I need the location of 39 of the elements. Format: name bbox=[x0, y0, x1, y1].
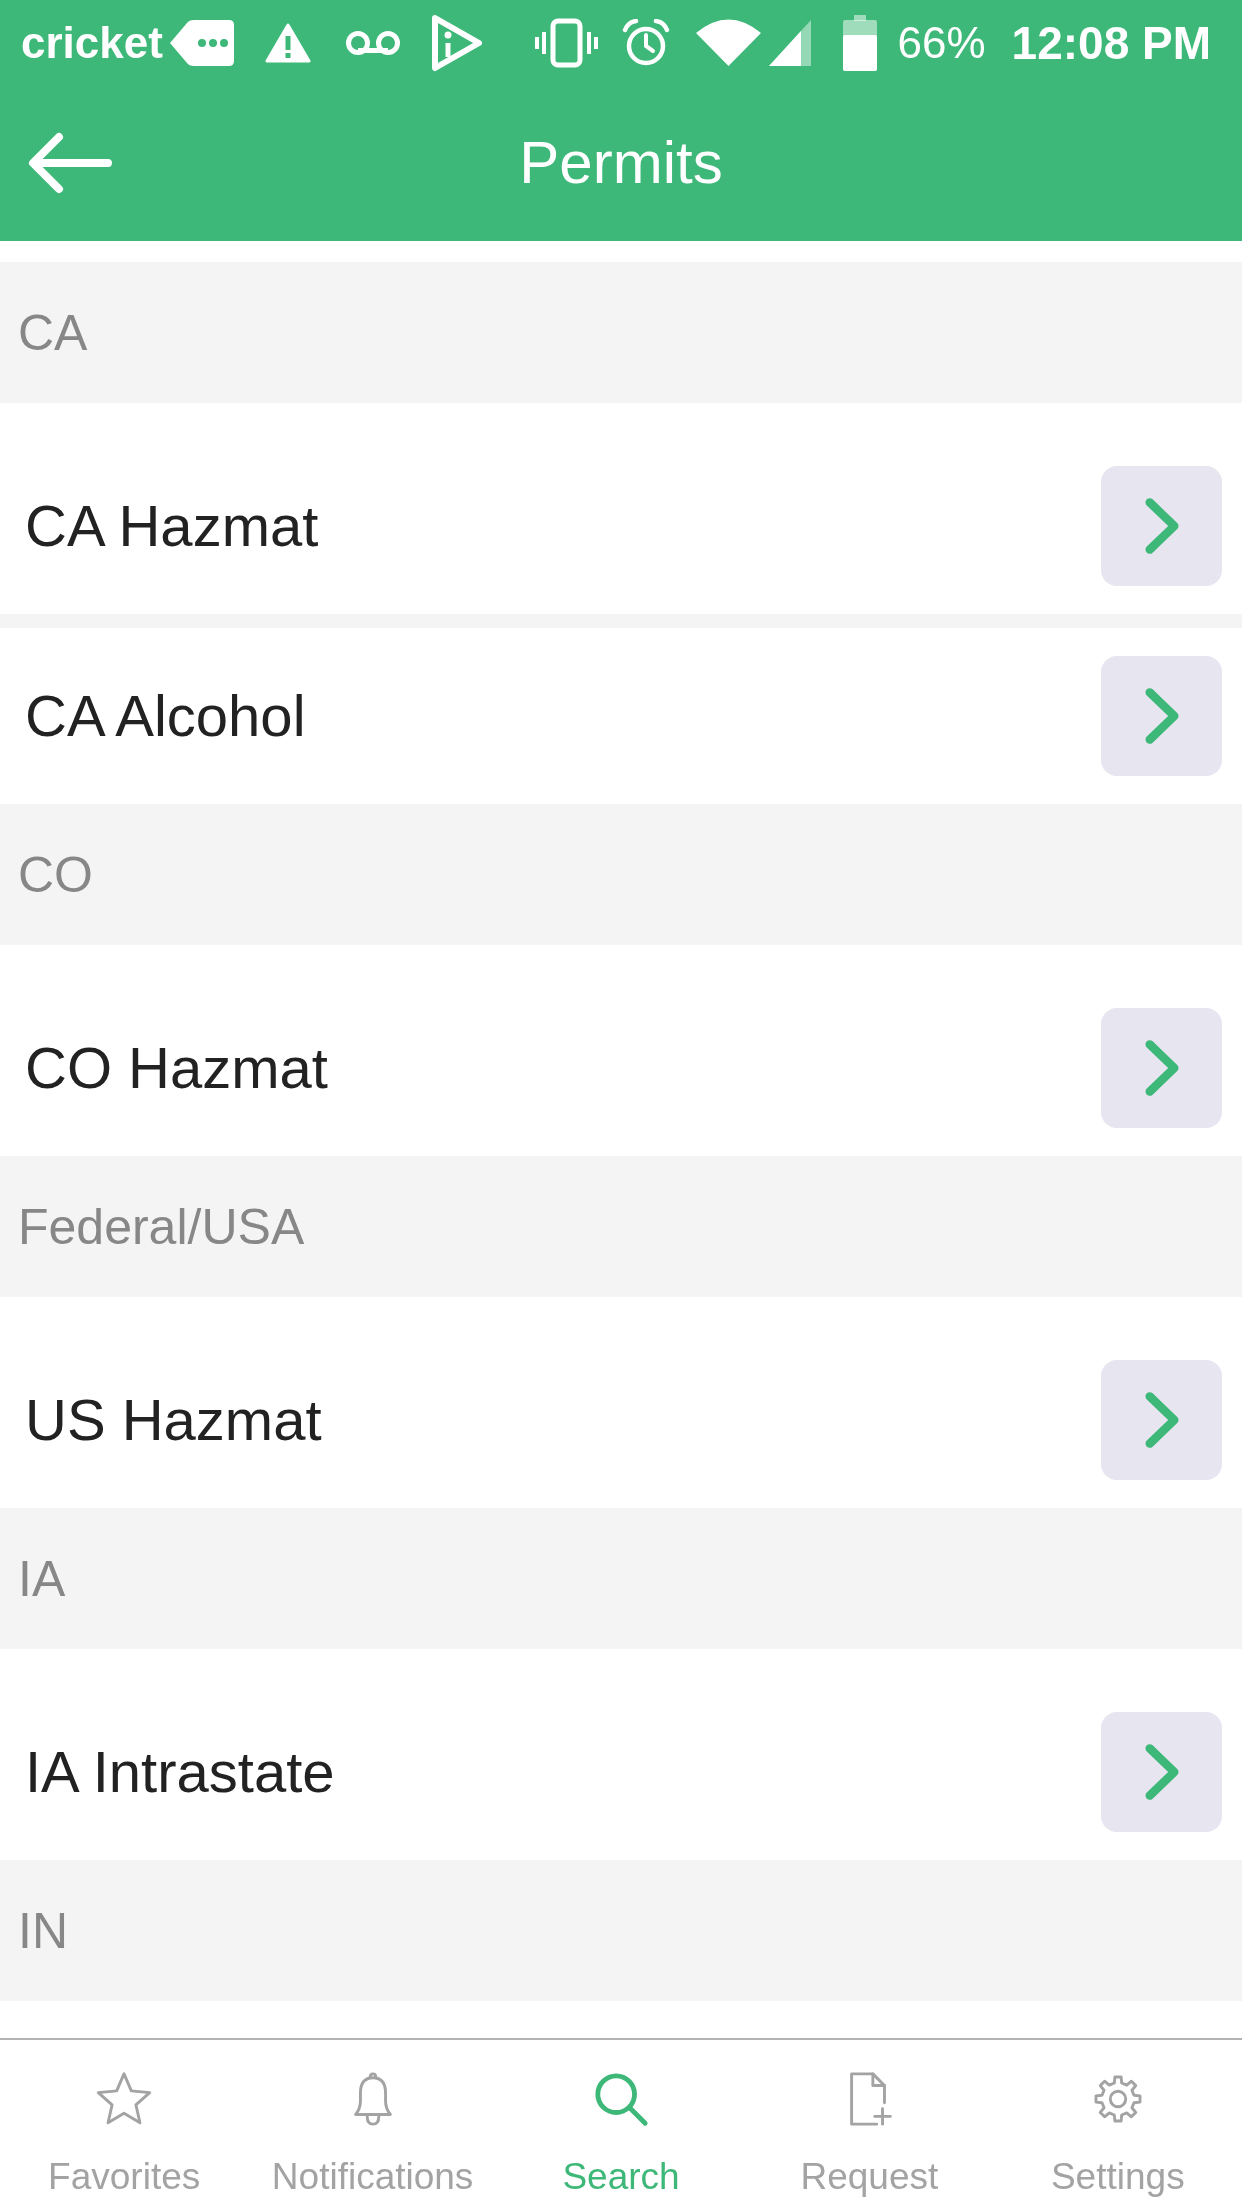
message-icon bbox=[168, 18, 235, 67]
permit-row[interactable]: CO Hazmat bbox=[0, 945, 1242, 1156]
chevron-right-icon bbox=[1144, 1391, 1179, 1449]
warning-icon bbox=[264, 21, 311, 64]
section-title: CO bbox=[18, 849, 93, 900]
section-title: CA bbox=[18, 307, 88, 358]
chevron-right-icon bbox=[1144, 1743, 1179, 1801]
permit-name: CA Hazmat bbox=[25, 497, 319, 555]
permit-row[interactable]: IA Intrastate bbox=[0, 1649, 1242, 1860]
permit-row[interactable]: US Hazmat bbox=[0, 1297, 1242, 1508]
page-title: Permits bbox=[519, 133, 723, 193]
permit-name: IA Intrastate bbox=[25, 1743, 335, 1801]
section-title: Federal/USA bbox=[18, 1201, 305, 1252]
open-button[interactable] bbox=[1101, 1712, 1222, 1832]
alarm-clock-icon bbox=[622, 18, 671, 67]
vibrate-icon bbox=[535, 17, 599, 68]
carrier-name: cricket bbox=[21, 20, 163, 65]
chevron-right-icon bbox=[1144, 1039, 1179, 1097]
back-button[interactable] bbox=[28, 132, 112, 194]
search-icon bbox=[592, 2070, 650, 2128]
open-button[interactable] bbox=[1101, 656, 1222, 776]
wifi-icon bbox=[695, 17, 763, 68]
back-arrow-icon bbox=[28, 132, 112, 194]
battery-icon bbox=[843, 14, 878, 71]
permit-row[interactable]: CA Hazmat bbox=[0, 403, 1242, 614]
chevron-right-icon bbox=[1144, 687, 1179, 745]
section-title: IA bbox=[18, 1553, 66, 1604]
permit-row[interactable]: CA Alcohol bbox=[0, 628, 1242, 804]
voicemail-icon bbox=[344, 29, 401, 56]
permit-name: CA Alcohol bbox=[25, 687, 306, 745]
battery-percent: 66% bbox=[897, 20, 986, 65]
chevron-right-icon bbox=[1144, 497, 1179, 555]
open-button[interactable] bbox=[1101, 1008, 1222, 1128]
open-button[interactable] bbox=[1101, 466, 1222, 586]
permit-name: CO Hazmat bbox=[25, 1039, 328, 1097]
permit-name: US Hazmat bbox=[25, 1391, 322, 1449]
section-title: IN bbox=[18, 1905, 68, 1956]
clock-time: 12:08 PM bbox=[1011, 19, 1211, 66]
open-button[interactable] bbox=[1101, 1360, 1222, 1480]
